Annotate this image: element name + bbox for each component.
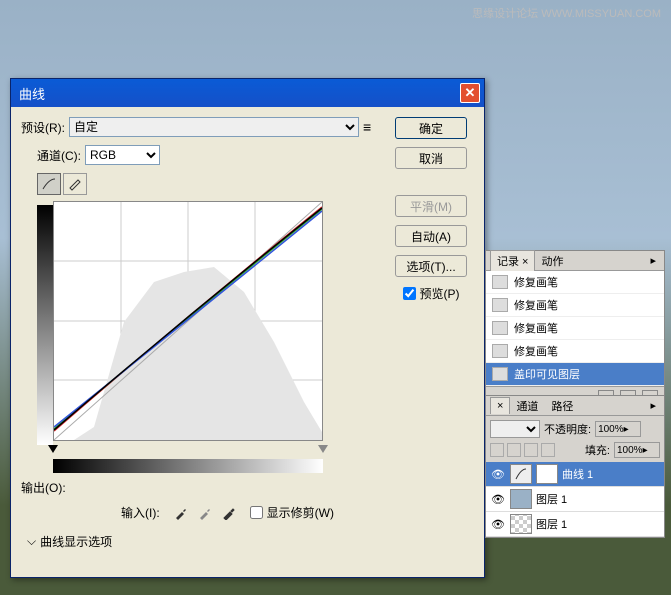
brush-icon [492,298,508,312]
ok-button[interactable]: 确定 [395,117,467,139]
channel-select[interactable]: RGB [85,145,160,165]
fill-label: 填充: [585,442,610,458]
panel-menu-icon[interactable]: ▸ [646,399,660,412]
lock-trans-icon[interactable] [490,443,504,457]
history-item[interactable]: 盖印可见图层 [486,363,664,386]
mask-thumb [536,464,558,484]
curves-graph[interactable] [53,201,323,441]
lock-pos-icon[interactable] [524,443,538,457]
panel-menu-icon[interactable]: ▸ [646,254,660,267]
channel-label: 通道(C): [37,147,81,164]
eyedropper-white-icon[interactable] [222,506,236,520]
brush-icon [492,321,508,335]
layer-name: 曲线 1 [562,466,593,482]
smooth-button[interactable]: 平滑(M) [395,195,467,217]
dialog-titlebar[interactable]: 曲线 ✕ [11,79,484,107]
layer-thumb [510,514,532,534]
options-button[interactable]: 选项(T)... [395,255,467,277]
preset-select[interactable]: 自定 [69,117,359,137]
visibility-icon[interactable]: 👁 [490,468,506,481]
history-panel: 记录 × 动作 ▸ 修复画笔 修复画笔 修复画笔 修复画笔 盖印可见图层 [485,250,665,408]
layer-item[interactable]: 👁 图层 1 [486,512,664,537]
blend-mode-select[interactable] [490,420,540,438]
eyedropper-black-icon[interactable] [174,506,188,520]
stamp-icon [492,367,508,381]
history-item[interactable]: 修复画笔 [486,317,664,340]
watermark: 思缘设计论坛 WWW.MISSYUAN.COM [472,5,661,21]
show-clip-check[interactable] [250,506,263,519]
layers-list: 👁 曲线 1 👁 图层 1 👁 图层 1 [486,462,664,537]
curves-dialog: 曲线 ✕ 预设(R): 自定 ≡ 通道(C): RGB [10,78,485,578]
tab-paths[interactable]: 路径 [545,396,580,416]
preset-menu-icon[interactable]: ≡ [363,119,377,135]
dialog-title: 曲线 [19,84,460,103]
tab-channels[interactable]: 通道 [510,396,545,416]
layer-thumb [510,489,532,509]
auto-button[interactable]: 自动(A) [395,225,467,247]
history-item[interactable]: 修复画笔 [486,294,664,317]
eyedropper-gray-icon[interactable] [198,506,212,520]
tab-actions[interactable]: 动作 [535,251,570,271]
close-icon[interactable]: ✕ [460,83,480,103]
cancel-button[interactable]: 取消 [395,147,467,169]
chevron-icon: ⌵ [27,534,36,549]
visibility-icon[interactable]: 👁 [490,518,506,531]
output-gradient [37,205,53,445]
input-label: 输入(I): [121,504,160,521]
brush-icon [492,275,508,289]
layer-item[interactable]: 👁 曲线 1 [486,462,664,487]
layers-panel: × 通道 路径 ▸ 不透明度: 100%▸ 填充: 100%▸ 👁 曲线 1 [485,395,665,538]
layer-name: 图层 1 [536,491,567,507]
opacity-spinner[interactable]: 100%▸ [595,421,641,437]
tab-history[interactable]: 记录 × [490,250,535,271]
adjustment-thumb [510,464,532,484]
curve-point-tool[interactable] [37,173,61,195]
brush-icon [492,344,508,358]
tab-layers[interactable]: × [490,397,510,414]
lock-all-icon[interactable] [541,443,555,457]
lock-paint-icon[interactable] [507,443,521,457]
input-sliders[interactable] [53,445,323,455]
curve-pencil-tool[interactable] [63,173,87,195]
input-gradient [53,459,323,473]
show-clipping-checkbox[interactable]: 显示修剪(W) [250,504,334,521]
opacity-label: 不透明度: [544,421,591,437]
layer-item[interactable]: 👁 图层 1 [486,487,664,512]
preview-check[interactable] [403,287,416,300]
visibility-icon[interactable]: 👁 [490,493,506,506]
output-label: 输出(O): [21,481,66,495]
curve-display-options-toggle[interactable]: ⌵ 曲线显示选项 [27,533,381,550]
fill-spinner[interactable]: 100%▸ [614,442,660,458]
history-item[interactable]: 修复画笔 [486,340,664,363]
layer-name: 图层 1 [536,516,567,532]
history-item[interactable]: 修复画笔 [486,271,664,294]
history-list: 修复画笔 修复画笔 修复画笔 修复画笔 盖印可见图层 [486,271,664,386]
preview-checkbox[interactable]: 预览(P) [403,285,460,302]
preset-label: 预设(R): [21,119,65,136]
